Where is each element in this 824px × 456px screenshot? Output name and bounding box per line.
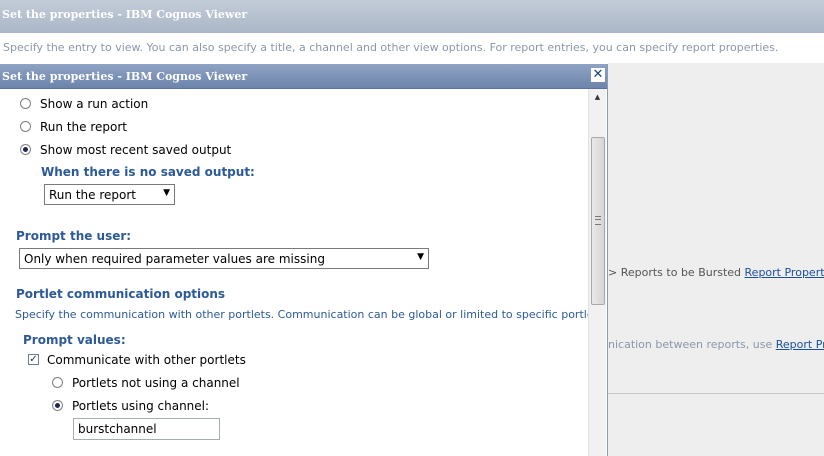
radio-label-using-channel: Portlets using channel: — [72, 399, 210, 413]
no-saved-output-value: Run the report — [49, 188, 136, 202]
background-burst-row: > Reports to be Bursted Report Propertie… — [608, 266, 824, 279]
channel-name-value: burstchannel — [78, 422, 157, 436]
properties-dialog: Set the properties - IBM Cognos Viewer ✕… — [0, 64, 608, 456]
radio-show-run-action[interactable] — [20, 98, 31, 109]
chevron-down-icon: ▼ — [417, 252, 424, 262]
close-icon[interactable]: ✕ — [591, 68, 605, 82]
background-title-bar: Set the properties - IBM Cognos Viewer — [0, 0, 824, 33]
radio-label-no-channel: Portlets not using a channel — [72, 376, 240, 390]
portlet-comm-description: Specify the communication with other por… — [15, 308, 588, 321]
channel-name-input[interactable]: burstchannel — [73, 418, 220, 440]
prompt-user-label: Prompt the user: — [16, 229, 132, 243]
scrollbar-thumb[interactable] — [591, 137, 605, 305]
communicate-checkbox[interactable]: ✓ — [28, 354, 39, 365]
radio-run-report[interactable] — [20, 121, 31, 132]
prompt-user-value: Only when required parameter values are … — [24, 252, 325, 266]
portlet-comm-heading: Portlet communication options — [16, 287, 226, 301]
radio-label-show-run-action: Show a run action — [40, 97, 149, 111]
communicate-label: Communicate with other portlets — [47, 353, 246, 367]
dialog-content: Show a run action Run the report Show mo… — [0, 89, 588, 456]
scroll-up-arrow-icon[interactable]: ▲ — [589, 93, 606, 105]
background-divider — [608, 393, 824, 394]
dialog-title: Set the properties - IBM Cognos Viewer — [2, 70, 248, 83]
no-saved-output-label: When there is no saved output: — [41, 165, 255, 179]
dialog-title-bar: Set the properties - IBM Cognos Viewer — [0, 64, 607, 89]
background-title: Set the properties - IBM Cognos Viewer — [2, 8, 248, 21]
report-properties-link-2[interactable]: Report Properties — [776, 338, 824, 351]
radio-no-channel[interactable] — [52, 377, 63, 388]
report-properties-link[interactable]: Report Properties — [745, 266, 824, 279]
no-saved-output-select[interactable]: Run the report ▼ — [44, 184, 175, 205]
background-comm-row: nication between reports, use Report Pro… — [608, 338, 824, 351]
radio-label-show-saved-output: Show most recent saved output — [40, 143, 232, 157]
radio-using-channel[interactable] — [52, 400, 63, 411]
radio-show-saved-output[interactable] — [20, 144, 31, 155]
prompt-values-label: Prompt values: — [23, 333, 126, 347]
background-side-panel — [608, 63, 824, 456]
background-description: Specify the entry to view. You can also … — [3, 41, 779, 54]
prompt-user-select[interactable]: Only when required parameter values are … — [19, 248, 429, 269]
radio-label-run-report: Run the report — [40, 120, 127, 134]
burst-text: > Reports to be Bursted — [608, 266, 742, 279]
chevron-down-icon: ▼ — [163, 188, 170, 198]
grip-icon — [595, 216, 601, 225]
dialog-scrollbar[interactable]: ▲ — [588, 89, 606, 456]
comm-text: nication between reports, use — [608, 338, 773, 351]
